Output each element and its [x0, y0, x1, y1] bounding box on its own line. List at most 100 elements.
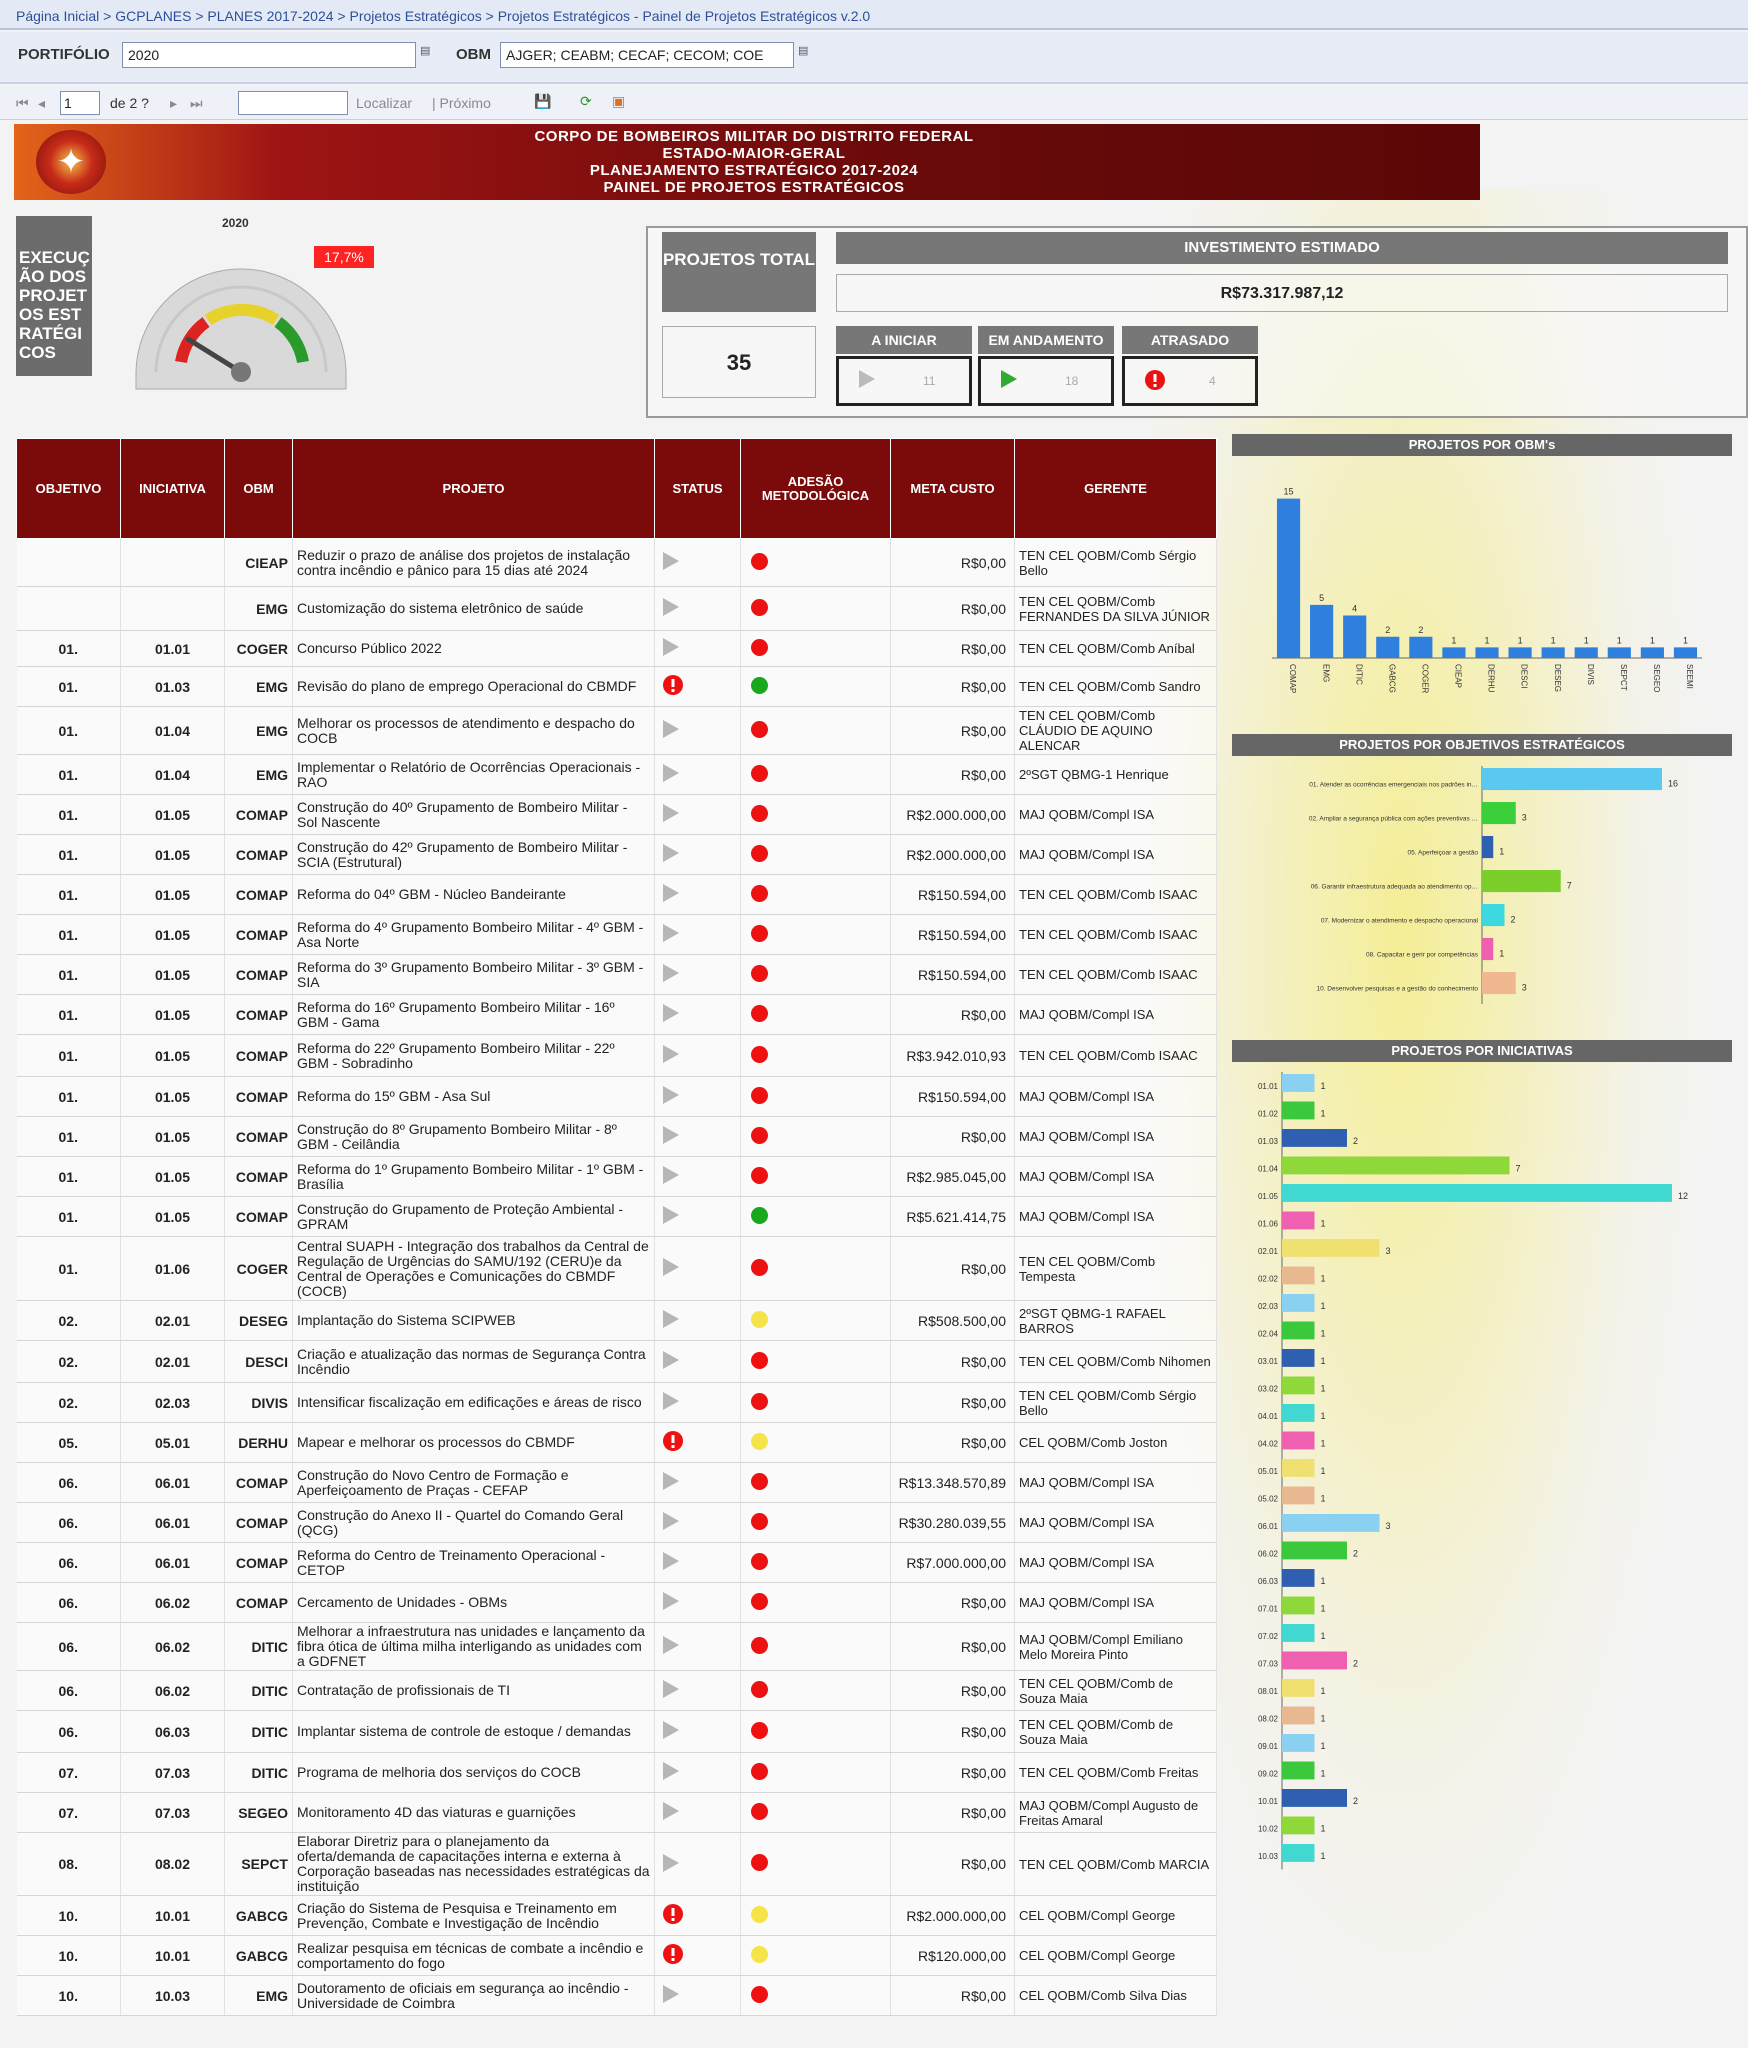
print-icon[interactable]: ▣: [612, 93, 625, 110]
data-label: 4: [1352, 604, 1357, 614]
cell-projeto: Construção do Grupamento de Proteção Amb…: [292, 1196, 655, 1237]
header-gerente[interactable]: GERENTE: [1014, 438, 1217, 539]
table-row[interactable]: 01. 01.05 COMAP Reforma do 1º Grupamento Bo…: [16, 1156, 1217, 1197]
cell-gerente: MAJ QOBM/Compl ISA: [1014, 1582, 1217, 1623]
bar: [1282, 1156, 1510, 1175]
first-page-icon[interactable]: ⏮: [16, 95, 29, 112]
table-row[interactable]: 01. 01.05 COMAP Reforma do 3º Grupamento Bo…: [16, 954, 1217, 995]
table-row[interactable]: 10. 10.03 EMG Doutoramento de oficiais em s…: [16, 1975, 1217, 2016]
gauge-year: 2020: [222, 216, 249, 230]
table-row[interactable]: 01. 01.05 COMAP Reforma do 22º Grupamento B…: [16, 1034, 1217, 1077]
obm-dropdown-icon[interactable]: ▤: [798, 44, 810, 64]
play-icon: [663, 1310, 679, 1328]
adesao-red-indicator: [751, 884, 768, 902]
table-row[interactable]: 02. 02.01 DESCI Criação e atualização das n…: [16, 1340, 1217, 1383]
bar: [1282, 1184, 1672, 1202]
table-row[interactable]: 06. 06.02 DITIC Melhorar a infraestrutura n…: [16, 1622, 1217, 1671]
tick-label: DIVIS: [1586, 664, 1595, 685]
adesao-yellow-indicator: [751, 1945, 768, 1963]
atrasado-box[interactable]: 4: [1122, 356, 1258, 406]
breadcrumb[interactable]: Página Inicial > GCPLANES > PLANES 2017-…: [0, 0, 1748, 30]
table-row[interactable]: 01. 01.05 COMAP Reforma do 4º Grupamento Bo…: [16, 914, 1217, 955]
table-row[interactable]: 01. 01.01 COGER Concurso Público 2022 R$0,00…: [16, 630, 1217, 667]
header-status[interactable]: STATUS: [654, 438, 741, 539]
cell-obm: SEPCT: [224, 1832, 293, 1896]
cell-iniciativa: 10.01: [120, 1895, 225, 1936]
find-link[interactable]: Localizar: [356, 95, 412, 111]
cell-projeto: Customização do sistema eletrônico de sa…: [292, 586, 655, 631]
cell-adesao: [740, 1752, 891, 1793]
table-row[interactable]: 01. 01.04 EMG Melhorar os processos de aten…: [16, 706, 1217, 755]
adesao-red-indicator: [751, 638, 768, 656]
table-row[interactable]: 01. 01.05 COMAP Reforma do 16º Grupamento B…: [16, 994, 1217, 1035]
find-input[interactable]: [238, 91, 348, 115]
tick-label: 03.01: [1258, 1357, 1279, 1366]
table-row[interactable]: 06. 06.01 COMAP Construção do Novo Centro d…: [16, 1462, 1217, 1503]
table-row[interactable]: 01. 01.05 COMAP Reforma do 15º GBM - Asa Su…: [16, 1076, 1217, 1117]
data-label: 7: [1567, 881, 1572, 891]
adesao-red-indicator: [751, 1721, 768, 1739]
table-row[interactable]: 01. 01.05 COMAP Construção do 8º Grupamento…: [16, 1116, 1217, 1157]
table-row[interactable]: 01. 01.05 COMAP Reforma do 04º GBM - Núcleo…: [16, 874, 1217, 915]
portfolio-dropdown-icon[interactable]: ▤: [420, 44, 432, 64]
header-objetivo[interactable]: OBJETIVO: [16, 438, 121, 539]
cell-obm: COMAP: [224, 1462, 293, 1503]
page-number-input[interactable]: 1: [60, 91, 100, 115]
tick-label: 05. Aperfeiçoar a gestão: [1408, 850, 1479, 857]
next-link[interactable]: | Próximo: [432, 95, 491, 111]
table-row[interactable]: 06. 06.02 COMAP Cercamento de Unidades - OB…: [16, 1582, 1217, 1623]
portfolio-field[interactable]: 2020: [122, 42, 416, 68]
cell-meta-custo: R$150.594,00: [890, 1076, 1015, 1117]
header-meta-custo[interactable]: META CUSTO: [890, 438, 1015, 539]
cell-objetivo: 01.: [16, 874, 121, 915]
cell-adesao: [740, 666, 891, 707]
table-row[interactable]: 01. 01.03 EMG Revisão do plano de emprego O…: [16, 666, 1217, 707]
export-icon[interactable]: 💾: [534, 93, 551, 110]
refresh-icon[interactable]: ⟳: [580, 93, 592, 110]
play-green-icon: [1001, 370, 1017, 388]
em-andamento-box[interactable]: 18: [978, 356, 1114, 406]
cell-gerente: TEN CEL QOBM/Comb Sérgio Bello: [1014, 1382, 1217, 1423]
table-row[interactable]: 10. 10.01 GABCG Criação do Sistema de Pesqu…: [16, 1895, 1217, 1936]
table-row[interactable]: 01. 01.05 COMAP Construção do Grupamento de…: [16, 1196, 1217, 1237]
cell-meta-custo: R$150.594,00: [890, 914, 1015, 955]
table-row[interactable]: EMG Customização do sistema eletrônico de…: [16, 586, 1217, 631]
play-icon: [663, 1802, 679, 1820]
table-row[interactable]: 01. 01.04 EMG Implementar o Relatório de Oc…: [16, 754, 1217, 795]
table-row[interactable]: 08. 08.02 SEPCT Elaborar Diretriz para o pl…: [16, 1832, 1217, 1896]
obm-field[interactable]: AJGER; CEABM; CECAF; CECOM; COE: [500, 42, 794, 68]
cell-meta-custo: R$0,00: [890, 754, 1015, 795]
next-page-icon[interactable]: ▸: [170, 95, 177, 112]
table-row[interactable]: CIEAP Reduzir o prazo de análise dos proj…: [16, 538, 1217, 587]
last-page-icon[interactable]: ⏭: [190, 95, 203, 112]
play-icon: [663, 638, 679, 656]
table-row[interactable]: 06. 06.01 COMAP Reforma do Centro de Treina…: [16, 1542, 1217, 1583]
table-row[interactable]: 05. 05.01 DERHU Mapear e melhorar os proces…: [16, 1422, 1217, 1463]
cell-meta-custo: R$0,00: [890, 1832, 1015, 1896]
tick-label: 07.01: [1258, 1605, 1279, 1614]
table-row[interactable]: 01. 01.05 COMAP Construção do 40º Grupament…: [16, 794, 1217, 835]
header-projeto[interactable]: PROJETO: [292, 438, 655, 539]
table-row[interactable]: 06. 06.01 COMAP Construção do Anexo II - Qu…: [16, 1502, 1217, 1543]
cell-gerente: 2ºSGT QBMG-1 RAFAEL BARROS: [1014, 1300, 1217, 1341]
bar: [1282, 1349, 1315, 1367]
chart-projetos-por-obm: 15 COMAP 5 EMG 4 DITIC 2 GABCG 2 COGER 1 CIEAP 1 DERH…: [1272, 487, 1702, 694]
table-row[interactable]: 01. 01.05 COMAP Construção do 42º Grupament…: [16, 834, 1217, 875]
prev-page-icon[interactable]: ◂: [38, 95, 45, 112]
table-row[interactable]: 01. 01.06 COGER Central SUAPH - Integração …: [16, 1236, 1217, 1301]
header-adesao[interactable]: ADESÃO METODOLÓGICA: [740, 438, 891, 539]
table-row[interactable]: 07. 07.03 SEGEO Monitoramento 4D das viatur…: [16, 1792, 1217, 1833]
table-row[interactable]: 06. 06.03 DITIC Implantar sistema de contro…: [16, 1710, 1217, 1753]
table-row[interactable]: 10. 10.01 GABCG Realizar pesquisa em técnic…: [16, 1935, 1217, 1976]
table-row[interactable]: 07. 07.03 DITIC Programa de melhoria dos se…: [16, 1752, 1217, 1793]
data-label: 1: [1321, 1439, 1326, 1449]
header-obm[interactable]: OBM: [224, 438, 293, 539]
table-row[interactable]: 02. 02.03 DIVIS Intensificar fiscalização e…: [16, 1382, 1217, 1423]
cell-gerente: MAJ QOBM/Compl ISA: [1014, 1156, 1217, 1197]
cell-projeto: Concurso Público 2022: [292, 630, 655, 667]
table-row[interactable]: 06. 06.02 DITIC Contratação de profissionai…: [16, 1670, 1217, 1711]
header-iniciativa[interactable]: INICIATIVA: [120, 438, 225, 539]
a-iniciar-box[interactable]: 11: [836, 356, 972, 406]
table-row[interactable]: 02. 02.01 DESEG Implantação do Sistema SCIP…: [16, 1300, 1217, 1341]
data-label: 1: [1321, 1769, 1326, 1779]
